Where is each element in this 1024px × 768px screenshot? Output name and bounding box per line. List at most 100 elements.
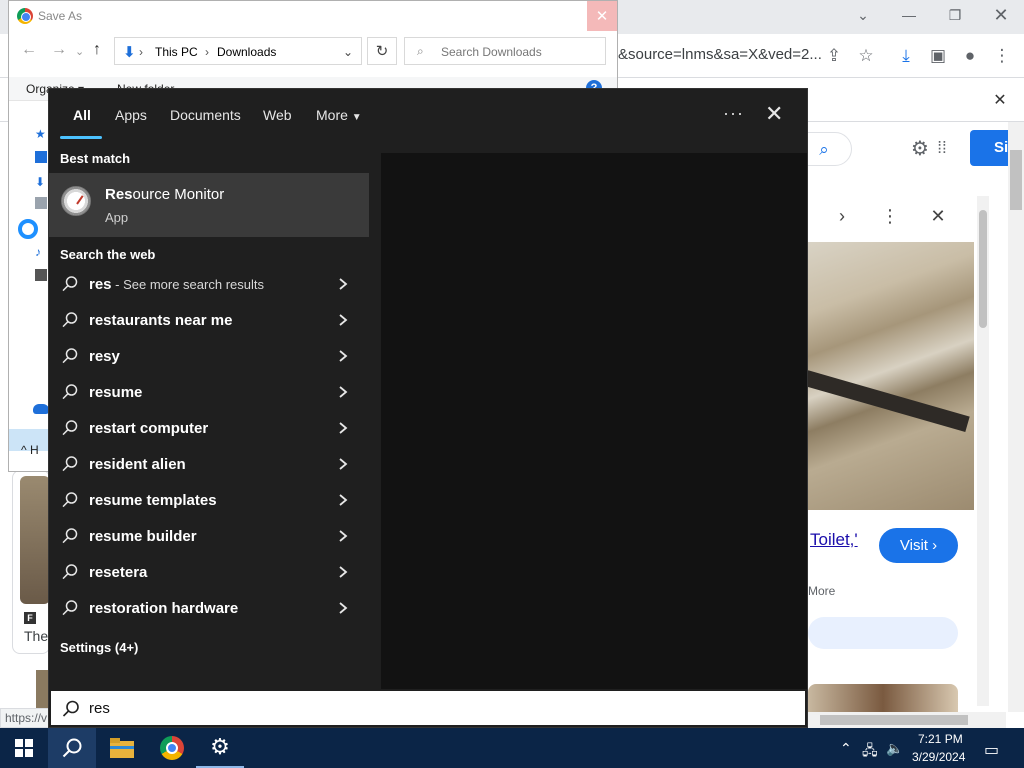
onedrive-cloud-icon[interactable] — [33, 404, 49, 414]
network-icon[interactable]: 🖧 — [862, 740, 878, 764]
preview-scrollbar-thumb[interactable] — [979, 210, 987, 328]
recent-dropdown-icon[interactable]: ⌄ — [75, 45, 84, 58]
chrome-close-button[interactable]: ✕ — [978, 0, 1024, 30]
chrome-tab-search-icon[interactable]: ⌄ — [840, 0, 886, 30]
start-button[interactable] — [0, 728, 48, 768]
videos-folder-icon[interactable] — [35, 269, 47, 281]
horizontal-scrollbar-thumb[interactable] — [820, 715, 968, 725]
profile-avatar-icon[interactable]: ● — [958, 44, 982, 68]
web-suggestion-row[interactable]: restart computer — [49, 411, 369, 447]
search-downloads-input[interactable]: ⌕ Search Downloads — [404, 37, 606, 65]
web-suggestion-row[interactable]: restaurants near me — [49, 303, 369, 339]
taskbar-search-button[interactable] — [48, 728, 96, 768]
suggestion-extra: - See more search results — [111, 277, 264, 292]
taskbar: ⚙ ⌃ 🖧 🔈 7:21 PM 3/29/2024 ▭ — [0, 728, 1024, 768]
save-as-close-button[interactable]: ✕ — [587, 1, 617, 31]
web-suggestion-row[interactable]: resume — [49, 375, 369, 411]
desktop-folder-icon[interactable] — [35, 151, 47, 163]
volume-muted-icon[interactable]: 🔈 — [886, 740, 903, 757]
address-breadcrumb[interactable]: ⬇ › This PC › Downloads ⌄ — [114, 37, 362, 65]
chevron-right-icon[interactable] — [337, 492, 349, 508]
settings-header[interactable]: Settings (4+) — [60, 640, 138, 655]
more-options-icon[interactable]: ··· — [723, 103, 744, 124]
tab-web[interactable]: Web — [263, 107, 292, 123]
download-icon[interactable]: ⤓ — [894, 44, 918, 68]
chevron-right-icon[interactable] — [337, 384, 349, 400]
more-options-icon[interactable]: ⋮ — [878, 204, 902, 228]
hide-folders-toggle[interactable]: ^ H — [21, 443, 39, 457]
chevron-right-icon[interactable] — [337, 276, 349, 292]
breadcrumb-separator-icon[interactable]: › — [205, 45, 209, 59]
chrome-menu-icon[interactable]: ⋮ — [990, 44, 1014, 68]
back-arrow-icon[interactable]: ← — [21, 41, 37, 59]
apps-grid-icon[interactable]: ⁞⁞ — [930, 136, 954, 160]
web-suggestion-row[interactable]: resume templates — [49, 483, 369, 519]
chrome-taskbar-button[interactable] — [148, 728, 196, 768]
web-suggestion-row[interactable]: resy — [49, 339, 369, 375]
gauge-needle — [76, 195, 84, 205]
search-flyout: All Apps Documents Web More ▼ ··· ✕ Best… — [48, 88, 808, 728]
up-arrow-icon[interactable]: ↑ — [93, 41, 101, 59]
search-input-value[interactable]: res — [89, 700, 110, 717]
chevron-right-icon[interactable] — [337, 348, 349, 364]
bookmark-star-icon[interactable]: ☆ — [854, 44, 878, 68]
related-pill[interactable] — [808, 617, 958, 649]
chrome-minimize-button[interactable]: — — [886, 0, 932, 30]
forward-arrow-icon[interactable]: → — [51, 41, 67, 59]
chevron-right-icon[interactable] — [337, 564, 349, 580]
web-suggestion-row[interactable]: resident alien — [49, 447, 369, 483]
tab-documents[interactable]: Documents — [170, 107, 241, 123]
downloads-tree-icon[interactable]: ⬇ — [35, 175, 47, 189]
visit-button[interactable]: Visit › — [879, 528, 958, 563]
infobar-close-icon[interactable]: ✕ — [988, 88, 1012, 112]
tab-all[interactable]: All — [73, 107, 91, 123]
notifications-icon[interactable]: ▭ — [984, 740, 999, 760]
address-bar-url[interactable]: &source=lnms&sa=X&ved=2... — [618, 46, 822, 63]
best-match-resource-monitor[interactable]: Resource Monitor App — [49, 173, 369, 237]
search-box[interactable]: res — [49, 689, 807, 727]
web-suggestion-row[interactable]: resume builder — [49, 519, 369, 555]
page-scrollbar[interactable] — [1008, 122, 1024, 712]
quick-access-star-icon[interactable]: ★ — [35, 127, 47, 141]
breadcrumb-separator-icon[interactable]: › — [139, 45, 143, 59]
chevron-right-icon[interactable] — [337, 600, 349, 616]
documents-folder-icon[interactable] — [35, 197, 47, 209]
result-card-title[interactable]: The — [24, 628, 48, 644]
chevron-right-icon[interactable] — [337, 456, 349, 472]
flyout-close-icon[interactable]: ✕ — [765, 101, 783, 127]
clock-date[interactable]: 3/29/2024 — [912, 750, 965, 764]
more-label[interactable]: More — [808, 584, 835, 598]
file-explorer-button[interactable] — [98, 728, 146, 768]
share-icon[interactable]: ⇪ — [822, 44, 846, 68]
chrome-restore-button[interactable]: ❐ — [932, 0, 978, 30]
path-dropdown-icon[interactable]: ⌄ — [343, 45, 353, 59]
tab-apps[interactable]: Apps — [115, 107, 147, 123]
side-panel-icon[interactable]: ▣ — [926, 44, 950, 68]
clock-time[interactable]: 7:21 PM — [918, 732, 963, 746]
close-preview-icon[interactable]: ✕ — [926, 204, 950, 228]
google-search-icon[interactable]: ⌕ — [812, 138, 836, 162]
refresh-icon[interactable]: ↻ — [367, 37, 397, 65]
suggestion-text: restaurants near me — [89, 312, 232, 329]
related-image-thumb[interactable] — [808, 684, 958, 714]
page-scrollbar-thumb[interactable] — [1010, 150, 1022, 210]
result-card-image[interactable] — [20, 476, 50, 604]
chevron-right-icon[interactable] — [337, 312, 349, 328]
music-folder-icon[interactable]: ♪ — [35, 245, 47, 259]
search-icon: ⌕ — [417, 44, 424, 58]
show-hidden-icons[interactable]: ⌃ — [840, 740, 852, 757]
preview-title-link[interactable]: Toilet,' — [810, 530, 858, 550]
web-suggestion-row[interactable]: resetera — [49, 555, 369, 591]
breadcrumb-this-pc[interactable]: This PC — [155, 45, 198, 59]
settings-taskbar-button[interactable]: ⚙ — [196, 728, 244, 768]
next-chevron-icon[interactable]: › — [830, 204, 854, 228]
breadcrumb-downloads[interactable]: Downloads — [217, 45, 276, 59]
web-suggestion-row[interactable]: restoration hardware — [49, 591, 369, 627]
best-match-type: App — [105, 210, 129, 225]
chevron-right-icon[interactable] — [337, 528, 349, 544]
tab-more[interactable]: More ▼ — [316, 107, 362, 123]
web-suggestion-row[interactable]: res - See more search results — [49, 267, 369, 303]
chevron-right-icon[interactable] — [337, 420, 349, 436]
settings-gear-icon[interactable]: ⚙ — [908, 136, 932, 160]
save-as-titlebar[interactable]: Save As ✕ — [9, 1, 617, 33]
